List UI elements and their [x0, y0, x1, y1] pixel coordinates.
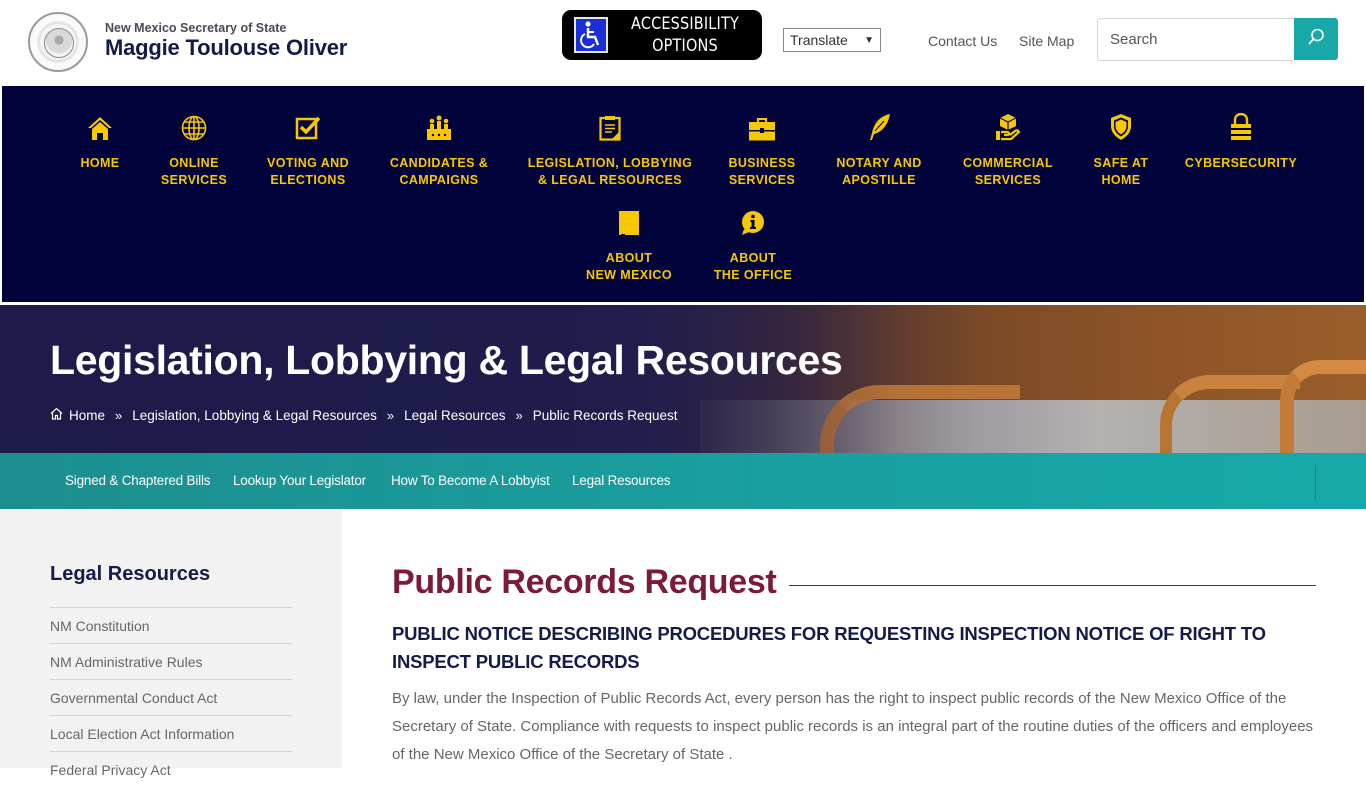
breadcrumb-current: Public Records Request: [532, 407, 678, 423]
nav-item-cybersecurity[interactable]: CYBERSECURITY: [1182, 111, 1300, 172]
brand-subtitle: New Mexico Secretary of State: [105, 21, 287, 35]
package-hand-icon: [957, 111, 1059, 141]
wheelchair-icon: [574, 17, 608, 53]
site-map-link[interactable]: Site Map: [1019, 33, 1074, 49]
nav-item-candidates-campaigns[interactable]: CANDIDATES & CAMPAIGNS: [385, 111, 493, 188]
sidebar-item-nm-constitution[interactable]: NM Constitution: [50, 607, 292, 643]
breadcrumb-home[interactable]: Home: [69, 408, 105, 423]
search-input[interactable]: Search: [1097, 18, 1295, 61]
subnav-divider: [1315, 465, 1316, 499]
sidebar-list: NM Constitution NM Administrative Rules …: [50, 607, 292, 787]
breadcrumb-separator: »: [386, 407, 395, 423]
section-subnav: Signed & Chaptered Bills Lookup Your Leg…: [0, 453, 1366, 509]
briefcase-icon: [724, 111, 800, 141]
subnav-signed-chaptered-bills[interactable]: Signed & Chaptered Bills: [65, 473, 210, 488]
site-header: New Mexico Secretary of State Maggie Tou…: [0, 0, 1366, 85]
main-navigation: HOME ONLINE SERVICES VOTING AND ELECTIONS …: [1, 85, 1365, 303]
home-icon: [62, 111, 138, 141]
nav-item-commercial-services[interactable]: COMMERCIAL SERVICES: [957, 111, 1059, 188]
contact-us-link[interactable]: Contact Us: [928, 33, 997, 49]
body-paragraph: By law, under the Inspection of Public R…: [392, 690, 1314, 763]
breadcrumb-legislation[interactable]: Legislation, Lobbying & Legal Resources: [132, 408, 377, 423]
subnav-lookup-legislator[interactable]: Lookup Your Legislator: [233, 473, 366, 488]
state-seal-logo[interactable]: [28, 12, 88, 72]
nav-item-safe-at-home[interactable]: SAFE AT HOME: [1086, 111, 1156, 188]
sidebar-item-federal-privacy-act[interactable]: Federal Privacy Act: [50, 751, 292, 787]
globe-icon: [154, 111, 234, 141]
page-section-title: Legislation, Lobbying & Legal Resources: [50, 337, 843, 383]
sidebar-title: Legal Resources: [50, 563, 211, 585]
breadcrumb-separator: »: [115, 407, 123, 423]
search-icon: [1307, 28, 1325, 51]
accessibility-options-label: ACCESSIBILITY OPTIONS: [631, 14, 739, 56]
content-title-row: Public Records Request: [392, 563, 1316, 602]
home-outline-icon: [50, 407, 63, 423]
search-button[interactable]: [1294, 18, 1338, 60]
breadcrumb: Home » Legislation, Lobbying & Legal Res…: [50, 407, 678, 423]
nav-item-about-the-office[interactable]: ABOUT THE OFFICE: [706, 206, 800, 283]
nav-item-legislation-lobbying[interactable]: LEGISLATION, LOBBYING & LEGAL RESOURCES: [524, 111, 696, 188]
checkbox-icon: [260, 111, 356, 141]
breadcrumb-legal-resources[interactable]: Legal Resources: [404, 408, 505, 423]
nav-item-home[interactable]: HOME: [62, 111, 138, 172]
nav-item-about-new-mexico[interactable]: ABOUT NEW MEXICO: [580, 206, 678, 283]
translate-select[interactable]: Translate ▼: [783, 28, 881, 52]
nav-item-notary-apostille[interactable]: NOTARY AND APOSTILLE: [829, 111, 929, 188]
candidates-icon: [385, 111, 493, 141]
clipboard-icon: [524, 111, 696, 141]
title-divider: [788, 585, 1316, 586]
page-title: Public Records Request: [392, 563, 777, 601]
sidebar: Legal Resources NM Constitution NM Admin…: [0, 509, 342, 778]
subnav-legal-resources[interactable]: Legal Resources: [572, 473, 671, 488]
nav-item-online-services[interactable]: ONLINE SERVICES: [154, 111, 234, 188]
info-bubble-icon: [706, 206, 800, 236]
sidebar-item-nm-administrative-rules[interactable]: NM Administrative Rules: [50, 643, 292, 679]
brand-name[interactable]: Maggie Toulouse Oliver: [105, 35, 347, 61]
nav-item-voting-elections[interactable]: VOTING AND ELECTIONS: [260, 111, 356, 188]
shield-icon: [1086, 111, 1156, 141]
accessibility-options-button[interactable]: ACCESSIBILITY OPTIONS: [562, 10, 762, 60]
breadcrumb-separator: »: [515, 407, 523, 423]
lock-icon: [1182, 111, 1300, 141]
hero-banner: Legislation, Lobbying & Legal Resources …: [0, 305, 1366, 453]
sidebar-item-governmental-conduct-act[interactable]: Governmental Conduct Act: [50, 679, 292, 715]
notice-heading: PUBLIC NOTICE DESCRIBING PROCEDURES FOR …: [392, 623, 1266, 672]
quill-icon: [829, 111, 929, 141]
sidebar-item-local-election-act[interactable]: Local Election Act Information: [50, 715, 292, 751]
chevron-down-icon: ▼: [864, 34, 874, 46]
subnav-become-lobbyist[interactable]: How To Become A Lobbyist: [391, 473, 550, 488]
nav-item-business-services[interactable]: BUSINESS SERVICES: [724, 111, 800, 188]
new-mexico-map-icon: [580, 206, 678, 236]
